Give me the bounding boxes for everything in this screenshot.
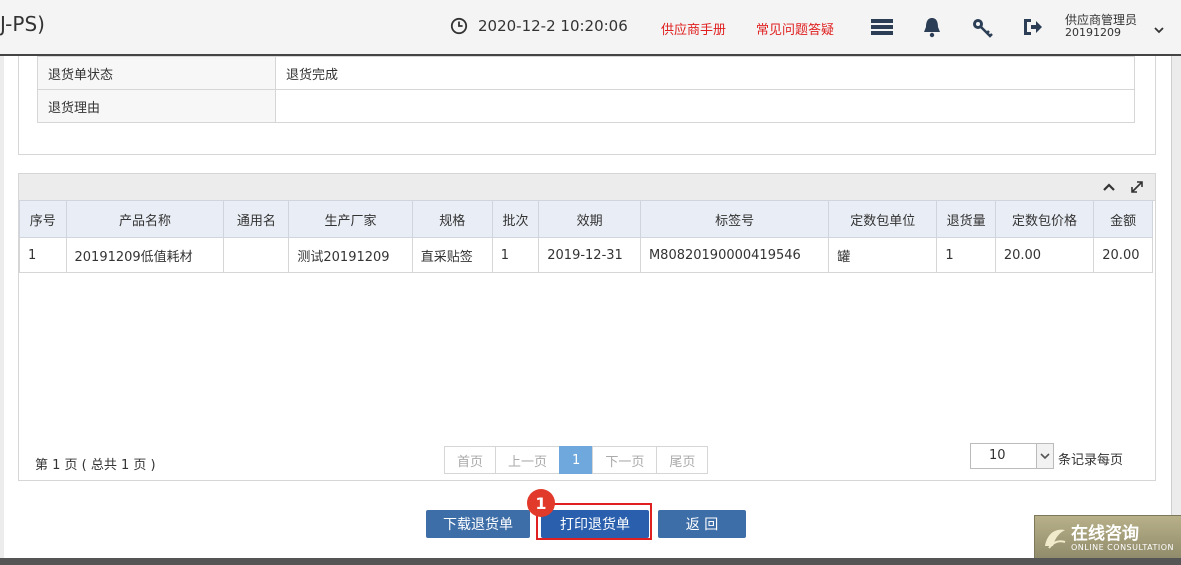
table-cell: M80820190000419546 [639, 237, 830, 273]
info-row-status: 退货单状态 退货完成 [37, 56, 1135, 90]
app-title: J-PS) [0, 12, 45, 36]
datetime-text: 2020-12-2 10:20:06 [478, 17, 628, 35]
datetime-display: 2020-12-2 10:20:06 [450, 17, 628, 35]
column-header[interactable]: 定数包价格 [994, 200, 1095, 238]
table-row[interactable]: 1 20191209低值耗材 测试20191209 直采贴签 1 2019-12… [19, 237, 1153, 273]
user-id[interactable]: 20191209 [1065, 26, 1121, 39]
info-row-reason: 退货理由 [37, 89, 1135, 123]
bottom-bar [0, 558, 1181, 565]
table-cell: 1 [936, 237, 996, 273]
column-header[interactable]: 序号 [19, 200, 67, 238]
table-cell: 直采贴签 [411, 237, 493, 273]
first-page-button[interactable]: 首页 [444, 446, 497, 474]
page-size-select[interactable]: 10 [970, 443, 1054, 469]
download-return-button[interactable]: 下载退货单 [426, 510, 530, 538]
chevron-down-icon[interactable] [1153, 24, 1165, 36]
prev-page-button[interactable]: 上一页 [495, 446, 561, 474]
table-cell: 罐 [828, 237, 938, 273]
consultation-title: 在线咨询 [1071, 524, 1139, 544]
table-cell: 2019-12-31 [538, 237, 641, 273]
page-size-label: 条记录每页 [1058, 453, 1124, 468]
return-info-table: 退货单状态 退货完成 退货理由 [37, 56, 1135, 123]
step-badge: 1 [527, 489, 555, 517]
column-header[interactable]: 退货量 [936, 200, 996, 238]
table-cell: 测试20191209 [288, 237, 413, 273]
faq-link[interactable]: 常见问题答疑 [756, 19, 834, 38]
page-size-value: 10 [989, 448, 1006, 463]
chevron-up-icon[interactable] [1101, 179, 1117, 195]
info-label: 退货单状态 [37, 56, 276, 90]
table-header-row: 序号 产品名称 通用名 生产厂家 规格 批次 效期 标签号 定数包单位 退货量 … [19, 200, 1153, 238]
menu-lines-icon[interactable] [870, 15, 894, 39]
clock-icon [450, 17, 468, 35]
table-cell: 20.00 [1093, 237, 1153, 273]
next-page-button[interactable]: 下一页 [592, 446, 658, 474]
grid-toolbar [19, 174, 1155, 201]
column-header[interactable]: 产品名称 [65, 200, 225, 238]
info-value: 退货完成 [275, 56, 1135, 90]
expand-icon[interactable] [1129, 179, 1145, 195]
column-header[interactable]: 批次 [491, 200, 540, 238]
column-header[interactable]: 通用名 [223, 200, 290, 238]
column-header[interactable]: 定数包单位 [828, 200, 938, 238]
column-header[interactable]: 生产厂家 [288, 200, 413, 238]
table-cell: 1 [19, 237, 67, 273]
consultation-logo-icon [1045, 529, 1066, 549]
chevron-down-icon [1040, 453, 1050, 460]
top-header: J-PS) 2020-12-2 10:20:06 供应商手册 常见问题答疑 供应… [0, 0, 1181, 56]
detail-table: 序号 产品名称 通用名 生产厂家 规格 批次 效期 标签号 定数包单位 退货量 … [19, 200, 1153, 273]
supplier-manual-link[interactable]: 供应商手册 [661, 19, 726, 38]
table-cell: 20.00 [994, 237, 1095, 273]
table-cell: 1 [491, 237, 540, 273]
key-icon[interactable] [970, 15, 994, 39]
pagination: 首页 上一页 1 下一页 尾页 [444, 446, 709, 474]
info-label: 退货理由 [37, 89, 276, 123]
frame-left [0, 56, 4, 565]
online-consultation-widget[interactable]: 在线咨询 ONLINE CONSULTATION [1034, 515, 1181, 561]
column-header[interactable]: 效期 [538, 200, 641, 238]
return-info-panel: 退货单状态 退货完成 退货理由 [18, 56, 1156, 155]
last-page-button[interactable]: 尾页 [656, 446, 709, 474]
scrollbar[interactable] [1171, 56, 1181, 565]
consultation-subtitle: ONLINE CONSULTATION [1071, 543, 1174, 552]
column-header[interactable]: 金额 [1093, 200, 1153, 238]
return-detail-grid: 序号 产品名称 通用名 生产厂家 规格 批次 效期 标签号 定数包单位 退货量 … [18, 173, 1156, 481]
pager-info: 第 1 页 ( 总共 1 页 ) [35, 458, 156, 473]
logout-icon[interactable] [1020, 15, 1044, 39]
bell-icon[interactable] [920, 15, 944, 39]
select-caret[interactable] [1036, 444, 1053, 468]
column-header[interactable]: 标签号 [639, 200, 830, 238]
column-header[interactable]: 规格 [411, 200, 493, 238]
table-cell [223, 237, 290, 273]
table-cell: 20191209低值耗材 [65, 237, 225, 273]
back-button[interactable]: 返 回 [658, 510, 746, 538]
info-value [275, 89, 1135, 123]
page-number-button[interactable]: 1 [559, 446, 594, 474]
